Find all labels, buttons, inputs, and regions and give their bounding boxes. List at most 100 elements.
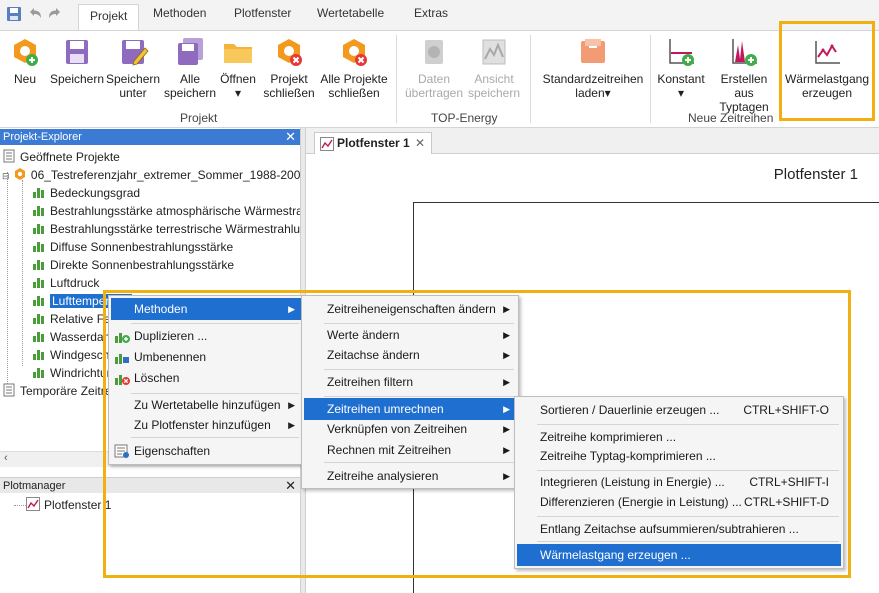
erstellen-aus-typtagen-button[interactable]: Erstellen aus Typtagen	[710, 35, 778, 114]
menu-item-sortieren[interactable]: Sortieren / Dauerlinie erzeugen ... CTRL+…	[517, 399, 841, 421]
menu-item-typtag[interactable]: Zeitreihe Typtag-komprimieren ...	[517, 445, 841, 467]
tab-methoden[interactable]: Methoden	[153, 6, 206, 20]
group-separator	[650, 35, 651, 123]
speichern-unter-button[interactable]: Speichern unter	[106, 35, 160, 100]
chevron-right-icon: ▶	[503, 404, 510, 414]
menu-item-analysieren[interactable]: Zeitreihe analysieren ▶	[304, 465, 516, 487]
tree-item[interactable]: Bedeckungsgrad	[32, 184, 140, 202]
series-icon	[33, 278, 44, 288]
chevron-down-icon: ▾	[604, 86, 611, 100]
close-icon[interactable]: ✕	[415, 133, 425, 153]
menu-item-umbenennen[interactable]: Umbenennen	[111, 346, 301, 368]
alle-projekte-schliessen-button[interactable]: Alle Projekte schließen	[318, 35, 390, 100]
menu-item-umrechnen[interactable]: Zeitreihen umrechnen ▶	[304, 398, 516, 420]
tree-item[interactable]: Direkte Sonnenbestrahlungsstärke	[32, 256, 234, 274]
ansicht-speichern-button[interactable]: Ansicht speichern	[466, 35, 522, 100]
scroll-left-icon[interactable]: ‹	[4, 452, 8, 464]
umrechnen-submenu: Sortieren / Dauerlinie erzeugen ... CTRL+…	[514, 396, 844, 569]
menu-item-eigenschaften-aendern[interactable]: Zeitreiheneigenschaften ändern ▶	[304, 298, 516, 320]
menu-separator	[537, 541, 839, 542]
series-icon	[33, 314, 44, 324]
menu-item-aufsummieren[interactable]: Entlang Zeitachse aufsummieren/subtrahie…	[517, 518, 841, 540]
title-bar: Projekt Methoden Plotfenster Wertetabell…	[0, 0, 879, 31]
delete-icon	[115, 375, 130, 385]
waermelastgang-erzeugen-button[interactable]: Wärmelastgang erzeugen	[782, 35, 872, 100]
konstant-button[interactable]: Konstant ▾	[654, 35, 708, 100]
undo-icon[interactable]	[26, 5, 44, 23]
tree-item[interactable]: Diffuse Sonnenbestrahlungsstärke	[32, 238, 233, 256]
chevron-right-icon: ▶	[288, 304, 295, 314]
tree-line	[7, 172, 8, 386]
folder-icon	[224, 44, 252, 63]
tree-project[interactable]: ⊟ 06_Testreferenzjahr_extremer_Sommer_19…	[2, 166, 300, 184]
tree-line	[14, 505, 26, 506]
tab-plotfenster[interactable]: Plotfenster	[234, 6, 291, 20]
series-icon	[33, 188, 44, 198]
series-icon	[33, 224, 44, 234]
save-icon[interactable]	[5, 5, 23, 23]
plotmanager-pane: Plotfenster 1	[0, 493, 300, 593]
tree-item[interactable]: Bestrahlungsstärke atmosphärische Wärmes…	[32, 202, 300, 220]
menu-item-loeschen[interactable]: Löschen	[111, 367, 301, 389]
speichern-button[interactable]: Speichern	[48, 35, 106, 86]
tab-extras[interactable]: Extras	[414, 6, 448, 20]
standardzeitreihen-laden-button[interactable]: Standardzeitreihen laden▾	[540, 35, 646, 100]
tab-plotfenster-1[interactable]: Plotfenster 1 ✕	[314, 132, 432, 155]
menu-item-zu-wertetabelle[interactable]: Zu Wertetabelle hinzufügen ▶	[111, 394, 301, 416]
tab-projekt[interactable]: Projekt	[78, 4, 140, 31]
collapse-icon: ⊟	[2, 171, 10, 181]
document-tab-bar: Plotfenster 1 ✕	[306, 128, 879, 155]
tree-line	[22, 180, 23, 366]
menu-item-integrieren[interactable]: Integrieren (Leistung in Energie) ... CTR…	[517, 471, 841, 493]
menu-item-methoden[interactable]: Methoden ▶	[111, 298, 301, 320]
menu-item-eigenschaften[interactable]: Eigenschaften	[111, 440, 301, 462]
tree-item[interactable]: Bestrahlungsstärke terrestrische Wärmest…	[32, 220, 300, 238]
oeffnen-button[interactable]: Öffnen ▾	[218, 35, 258, 100]
menu-item-duplizieren[interactable]: Duplizieren ...	[111, 325, 301, 347]
plot-window-icon	[320, 137, 334, 151]
tab-wertetabelle[interactable]: Wertetabelle	[317, 6, 384, 20]
document-list-icon	[3, 149, 15, 163]
redo-icon[interactable]	[46, 5, 64, 23]
shortcut-text: CTRL+SHIFT-I	[749, 475, 829, 489]
save-all-icon	[178, 38, 203, 65]
menu-item-differenzieren[interactable]: Differenzieren (Energie in Leistung) ...…	[517, 491, 841, 513]
close-icon[interactable]: ✕	[285, 129, 296, 145]
chevron-right-icon: ▶	[503, 424, 510, 434]
project-icon	[14, 168, 25, 180]
tree-item[interactable]: Windrichtung	[32, 364, 120, 382]
close-project-icon	[278, 39, 302, 66]
group-label-top-energy: TOP-Energy	[431, 111, 498, 125]
menu-item-waermelastgang[interactable]: Wärmelastgang erzeugen ...	[517, 544, 841, 566]
chevron-right-icon: ▶	[503, 471, 510, 481]
tree-item[interactable]: Luftdruck	[32, 274, 99, 292]
document-list-icon	[3, 383, 15, 397]
methoden-submenu: Zeitreiheneigenschaften ändern ▶ Werte än…	[301, 295, 519, 489]
menu-item-zeitachse-aendern[interactable]: Zeitachse ändern ▶	[304, 344, 516, 366]
menu-item-zu-plotfenster[interactable]: Zu Plotfenster hinzufügen ▶	[111, 414, 301, 436]
duplicate-icon	[115, 333, 130, 343]
constant-series-icon	[669, 39, 694, 66]
neu-button[interactable]: Neu	[8, 35, 42, 86]
ribbon: Neu Speichern Speichern unter Alle speic…	[0, 30, 879, 128]
shortcut-text: CTRL+SHIFT-D	[743, 495, 829, 509]
close-all-projects-icon	[343, 39, 367, 66]
group-separator	[396, 35, 397, 123]
daten-uebertragen-button[interactable]: Daten übertragen	[404, 35, 464, 100]
menu-item-werte-aendern[interactable]: Werte ändern ▶	[304, 324, 516, 346]
plotmanager-header: Plotmanager ✕	[0, 477, 300, 493]
close-icon[interactable]: ✕	[285, 478, 296, 494]
load-standard-series-icon	[581, 39, 605, 63]
menu-item-filtern[interactable]: Zeitreihen filtern ▶	[304, 371, 516, 393]
plotmanager-item[interactable]: Plotfenster 1	[26, 496, 111, 514]
chevron-right-icon: ▶	[503, 304, 510, 314]
alle-speichern-button[interactable]: Alle speichern	[164, 35, 216, 100]
series-icon	[33, 206, 44, 216]
properties-icon	[114, 444, 129, 458]
transfer-data-icon	[425, 40, 443, 64]
tree-root[interactable]: Geöffnete Projekte	[2, 148, 120, 166]
menu-item-verknuepfen[interactable]: Verknüpfen von Zeitreihen ▶	[304, 418, 516, 440]
projekt-schliessen-button[interactable]: Projekt schließen	[262, 35, 316, 100]
series-icon	[33, 368, 44, 378]
menu-item-rechnen[interactable]: Rechnen mit Zeitreihen ▶	[304, 439, 516, 461]
